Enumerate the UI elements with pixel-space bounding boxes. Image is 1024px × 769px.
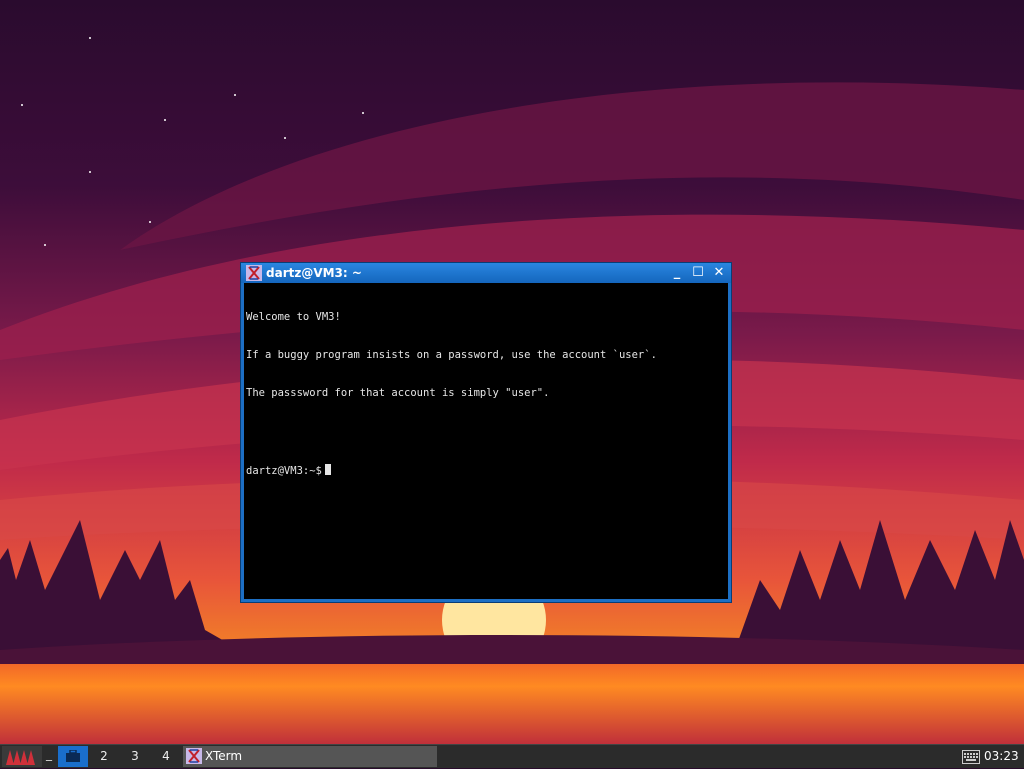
xterm-icon xyxy=(246,265,262,281)
task-label: XTerm xyxy=(205,749,243,763)
briefcase-icon xyxy=(66,749,80,762)
xterm-icon xyxy=(186,748,202,764)
terminal-prompt: dartz@VM3:~$ xyxy=(246,465,322,478)
minimize-button[interactable]: _ xyxy=(669,265,685,281)
window-title: dartz@VM3: ~ xyxy=(266,266,362,280)
window-titlebar[interactable]: dartz@VM3: ~ _ ☐ ✕ xyxy=(241,263,731,283)
workspace-1-button[interactable] xyxy=(58,746,88,767)
taskbar: _ 2 3 4 XTerm 03:23 xyxy=(0,744,1024,768)
terminal-line: The passsword for that account is simply… xyxy=(246,387,550,400)
xterm-window[interactable]: dartz@VM3: ~ _ ☐ ✕ Welcome to VM3! If a … xyxy=(240,262,732,603)
terminal-cursor xyxy=(324,464,331,476)
workspace-4-button[interactable]: 4 xyxy=(151,746,181,767)
clock[interactable]: 03:23 xyxy=(984,745,1022,767)
maximize-button[interactable]: ☐ xyxy=(690,265,706,281)
close-button[interactable]: ✕ xyxy=(711,265,727,281)
start-menu-icon[interactable] xyxy=(2,746,42,767)
terminal-prompt-line: dartz@VM3:~$ xyxy=(246,464,726,477)
terminal-line: If a buggy program insists on a password… xyxy=(246,348,657,361)
workspace-2-button[interactable]: 2 xyxy=(89,746,119,767)
taskbar-separator: _ xyxy=(46,747,52,761)
terminal-line: Welcome to VM3! xyxy=(246,310,341,323)
keyboard-icon[interactable] xyxy=(962,750,980,764)
terminal-area[interactable]: Welcome to VM3! If a buggy program insis… xyxy=(244,283,728,599)
taskbar-task-xterm[interactable]: XTerm xyxy=(183,746,437,767)
workspace-3-button[interactable]: 3 xyxy=(120,746,150,767)
